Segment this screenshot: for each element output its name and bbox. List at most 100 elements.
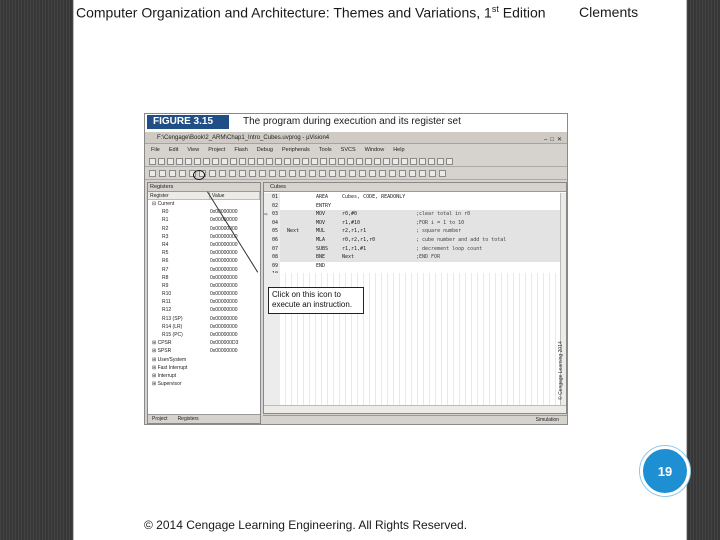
register-row[interactable]: R15 (PC) 0x00000000 [148, 331, 260, 339]
code-line[interactable]: 08 BNE Next ;END FOR [264, 253, 566, 262]
debug-toolbar-button-icon[interactable] [329, 170, 336, 177]
register-row[interactable]: R13 (SP) 0x00000000 [148, 315, 260, 323]
toolbar-button-icon[interactable] [410, 157, 417, 165]
debug-toolbar-button-icon[interactable] [309, 170, 316, 177]
menu-item[interactable]: Peripherals [282, 145, 310, 155]
toolbar-button-icon[interactable] [167, 157, 174, 165]
menu-item[interactable]: Flash [234, 145, 247, 155]
toolbar-button-icon[interactable] [230, 157, 237, 165]
menu-item[interactable]: File [151, 145, 160, 155]
toolbar-button-icon[interactable] [158, 157, 165, 165]
debug-toolbar-button-icon[interactable] [169, 170, 176, 177]
register-row[interactable]: ⊞ Interrupt [148, 372, 260, 380]
toolbar-button-icon[interactable] [320, 157, 327, 165]
register-row[interactable]: ⊞ CPSR 0x000000D3 [148, 339, 260, 347]
register-row[interactable]: ⊞ Fast Interrupt [148, 364, 260, 372]
register-row[interactable]: R0 0x00000000 [148, 208, 260, 216]
toolbar-button-icon[interactable] [266, 157, 273, 165]
debug-toolbar-button-icon[interactable] [319, 170, 326, 177]
window-controls[interactable]: –□✕ [544, 134, 565, 143]
debug-toolbar-button-icon[interactable] [259, 170, 266, 177]
code-line[interactable]: 05 Next MUL r2,r1,r1 ; square number [264, 227, 566, 236]
code-line[interactable]: 02 ENTRY [264, 201, 566, 211]
toolbar-button-icon[interactable] [401, 157, 408, 165]
register-row[interactable]: R3 0x00000000 [148, 233, 260, 241]
register-row[interactable]: R2 0x00000000 [148, 225, 260, 233]
menu-item[interactable]: SVCS [341, 145, 356, 155]
toolbar-button-icon[interactable] [185, 157, 192, 165]
toolbar-button-icon[interactable] [392, 157, 399, 165]
toolbar-button-icon[interactable] [176, 157, 183, 165]
register-column-header[interactable]: Register [148, 192, 210, 199]
debug-toolbar-button-icon[interactable] [439, 170, 446, 177]
register-row[interactable]: ⊞ SPSR 0x00000000 [148, 347, 260, 355]
menu-item[interactable]: Window [365, 145, 385, 155]
debug-toolbar-button-icon[interactable] [209, 170, 216, 177]
toolbar-button-icon[interactable] [446, 157, 453, 165]
debug-toolbar-button-icon[interactable] [369, 170, 376, 177]
debug-toolbar-button-icon[interactable] [289, 170, 296, 177]
code-line[interactable]: 01 AREA Cubes, CODE, READONLY [264, 193, 566, 202]
menu-item[interactable]: Tools [319, 145, 332, 155]
toolbar-button-icon[interactable] [257, 157, 264, 165]
toolbar-button-icon[interactable] [419, 157, 426, 165]
debug-toolbar-button-icon[interactable] [279, 170, 286, 177]
register-row[interactable]: R1 0x00000000 [148, 216, 260, 224]
toolbar-button-icon[interactable] [275, 157, 282, 165]
debug-toolbar-button-icon[interactable] [179, 170, 186, 177]
code-line[interactable]: 06 MLA r0,r2,r1,r0 ; cube number and add to… [264, 235, 566, 245]
debug-toolbar-button-icon[interactable] [299, 170, 306, 177]
toolbar-button-icon[interactable] [374, 157, 381, 165]
debug-toolbar-button-icon[interactable] [239, 170, 246, 177]
toolbar-button-icon[interactable] [338, 157, 345, 165]
debug-toolbar-button-icon[interactable] [399, 170, 406, 177]
debug-toolbar-button-icon[interactable] [269, 170, 276, 177]
toolbar-button-icon[interactable] [428, 157, 435, 165]
register-row[interactable]: R10 0x00000000 [148, 290, 260, 298]
toolbar-button-icon[interactable] [239, 157, 246, 165]
toolbar-button-icon[interactable] [311, 157, 318, 165]
code-line[interactable]: 07 SUBS r1,r1,#1 ; decrement loop count [264, 244, 566, 254]
value-column-header[interactable]: Value [210, 192, 260, 199]
register-row[interactable]: R6 0x00000000 [148, 257, 260, 265]
toolbar-button-icon[interactable] [149, 157, 156, 165]
debug-toolbar-button-icon[interactable] [349, 170, 356, 177]
menu-item[interactable]: Edit [169, 145, 178, 155]
code-line[interactable]: 04 MOV r1,#10 ;FOR i = 1 to 10 [264, 218, 566, 228]
menu-item[interactable]: Help [393, 145, 404, 155]
toolbar-button-icon[interactable] [203, 157, 210, 165]
code-line[interactable]: 09 END [264, 261, 566, 271]
debug-toolbar-button-icon[interactable] [149, 170, 156, 177]
debug-toolbar-button-icon[interactable] [389, 170, 396, 177]
code-line[interactable]: ⇨ 03 MOV r0,#0 ;clear total in r0 [264, 210, 566, 219]
code-horizontal-scrollbar[interactable] [264, 405, 566, 413]
register-row[interactable]: R14 (LR) 0x00000000 [148, 323, 260, 331]
register-row[interactable]: R8 0x00000000 [148, 274, 260, 282]
toolbar-button-icon[interactable] [212, 157, 219, 165]
debug-toolbar-button-icon[interactable] [229, 170, 236, 177]
toolbar-button-icon[interactable] [194, 157, 201, 165]
debug-toolbar-button-icon[interactable] [339, 170, 346, 177]
toolbar-button-icon[interactable] [329, 157, 336, 165]
debug-toolbar-button-icon[interactable] [429, 170, 436, 177]
toolbar-button-icon[interactable] [356, 157, 363, 165]
debug-toolbar-button-icon[interactable] [219, 170, 226, 177]
register-row[interactable]: R9 0x00000000 [148, 282, 260, 290]
toolbar-button-icon[interactable] [365, 157, 372, 165]
register-row[interactable]: ⊞ Supervisor [148, 380, 260, 388]
register-row[interactable]: R7 0x00000000 [148, 266, 260, 274]
tab-project[interactable]: Project [152, 415, 168, 423]
toolbar-button-icon[interactable] [284, 157, 291, 165]
register-row[interactable]: ⊟ Current [148, 200, 260, 208]
menu-item[interactable]: View [187, 145, 199, 155]
debug-toolbar-button-icon[interactable] [249, 170, 256, 177]
debug-toolbar-button-icon[interactable] [159, 170, 166, 177]
debug-toolbar-button-icon[interactable] [409, 170, 416, 177]
debug-toolbar-button-icon[interactable] [359, 170, 366, 177]
register-row[interactable]: R11 0x00000000 [148, 298, 260, 306]
toolbar-button-icon[interactable] [383, 157, 390, 165]
debug-toolbar-button-icon[interactable] [419, 170, 426, 177]
menu-item[interactable]: Debug [257, 145, 273, 155]
toolbar-button-icon[interactable] [437, 157, 444, 165]
toolbar-button-icon[interactable] [221, 157, 228, 165]
